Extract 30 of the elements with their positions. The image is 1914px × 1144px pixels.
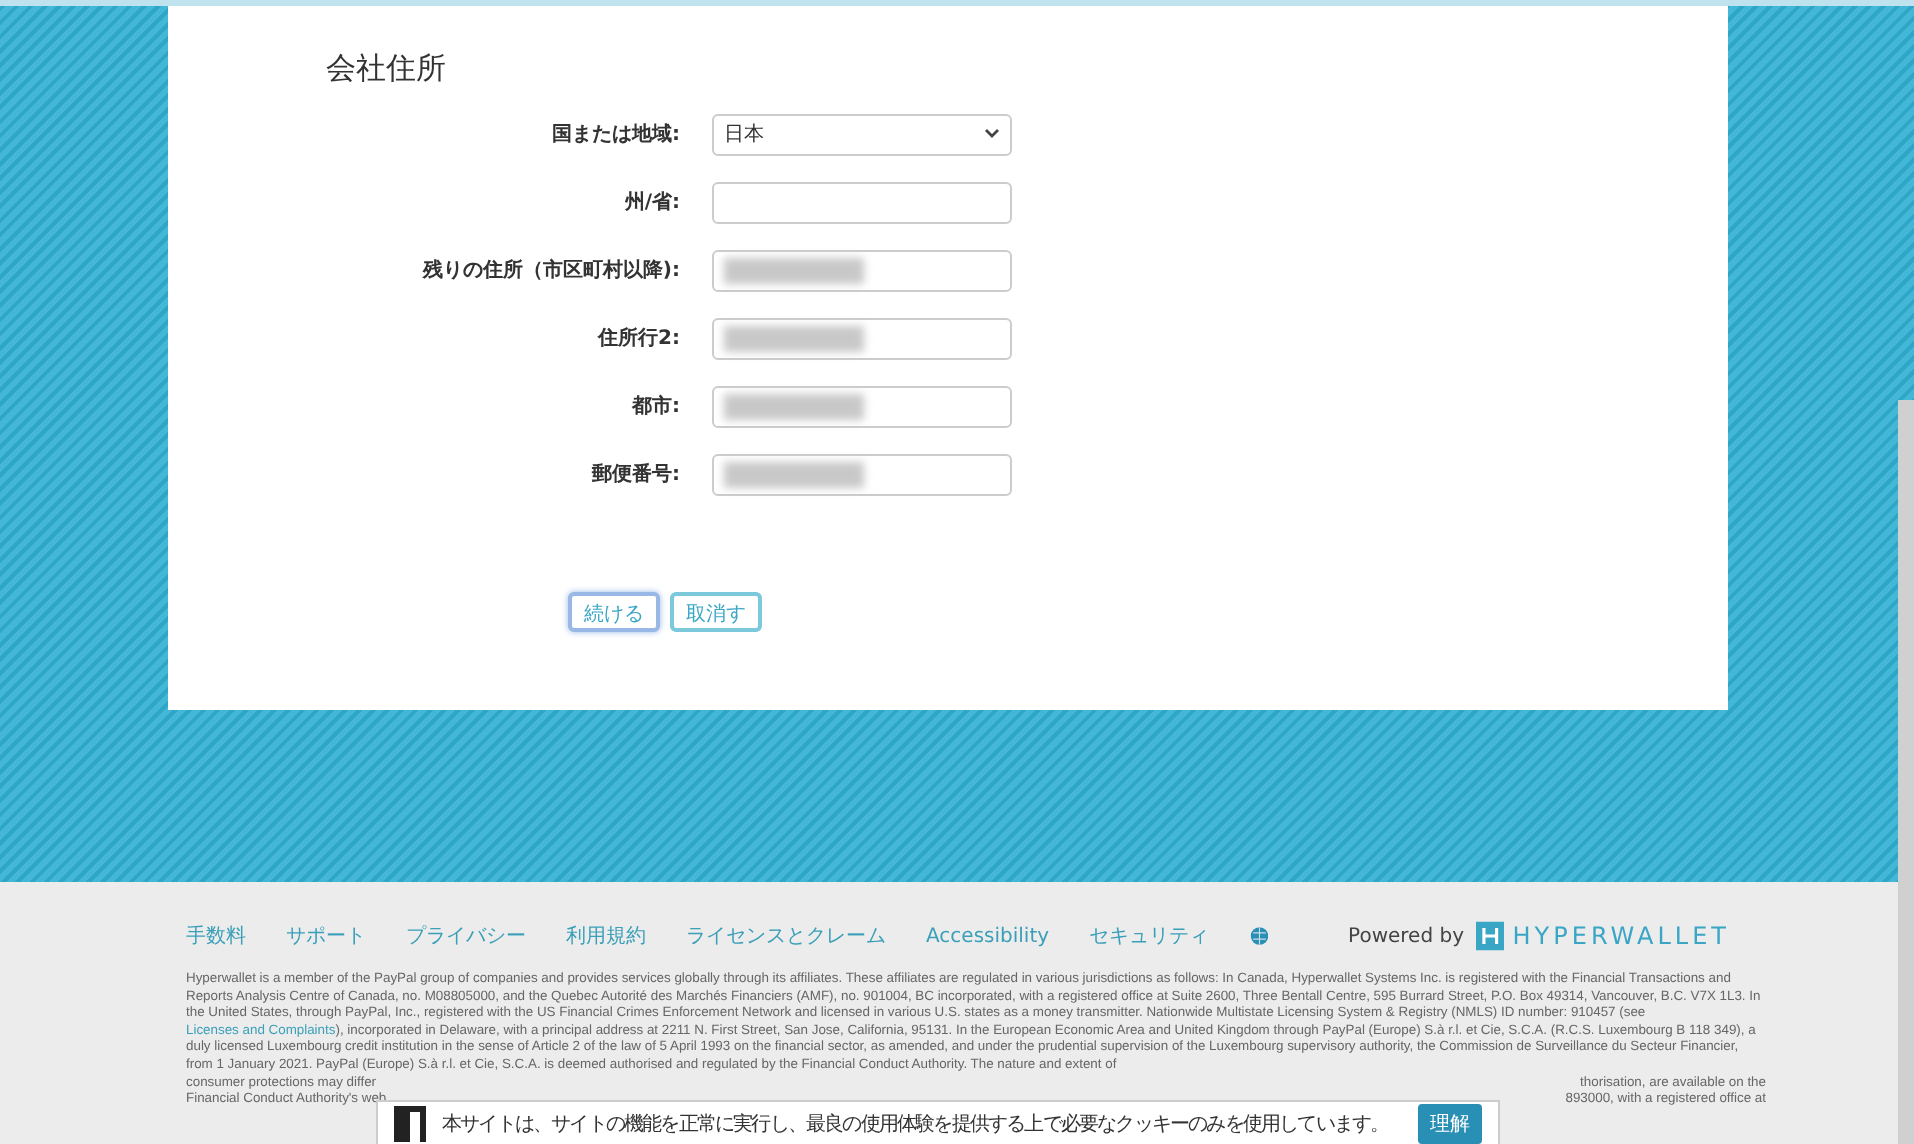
footer-link[interactable]: サポート [286, 922, 366, 950]
brand-name: HYPERWALLET [1512, 922, 1730, 950]
cookie-text: 本サイトは、サイトの機能を正常に実行し、最良の使用体験を提供する上で必要なクッキーのみを使用しています。 [442, 1111, 1389, 1138]
field-label: 郵便番号: [589, 461, 682, 488]
accept-button[interactable]: 理解 [1418, 1104, 1482, 1144]
globe-icon[interactable] [1249, 924, 1269, 948]
section-title: 会社住所 [326, 50, 448, 88]
form-button[interactable]: 取消す [670, 592, 762, 632]
scrollbar[interactable] [1898, 400, 1914, 1144]
footer-link[interactable]: Accessibility [926, 925, 1050, 947]
chevron-down-icon [984, 128, 1000, 140]
footer-link[interactable]: プライバシー [406, 922, 526, 950]
form-button[interactable]: 続ける [568, 592, 660, 632]
country-select[interactable]: 日本 [712, 113, 1012, 155]
input-field[interactable] [712, 181, 1012, 223]
field-label: 州/省: [622, 189, 682, 216]
field-label: 国または地域: [550, 121, 682, 148]
field-label: 都市: [630, 392, 682, 420]
input-field[interactable] [712, 249, 1012, 291]
field-label: 残りの住所（市区町村以降): [420, 256, 682, 284]
footer-link[interactable]: 利用規約 [566, 922, 646, 950]
logo-icon [1476, 918, 1505, 954]
footer-link[interactable]: セキュリティ [1089, 922, 1210, 950]
footer-link[interactable]: ライセンスとクレーム [686, 922, 886, 950]
input-field[interactable] [712, 317, 1012, 359]
powered-by-text: Powered by [1348, 925, 1465, 947]
input-field[interactable] [712, 453, 1012, 495]
footer-link[interactable]: 手数料 [186, 922, 246, 950]
field-label: 住所行2: [595, 325, 682, 352]
input-field[interactable] [712, 385, 1012, 427]
